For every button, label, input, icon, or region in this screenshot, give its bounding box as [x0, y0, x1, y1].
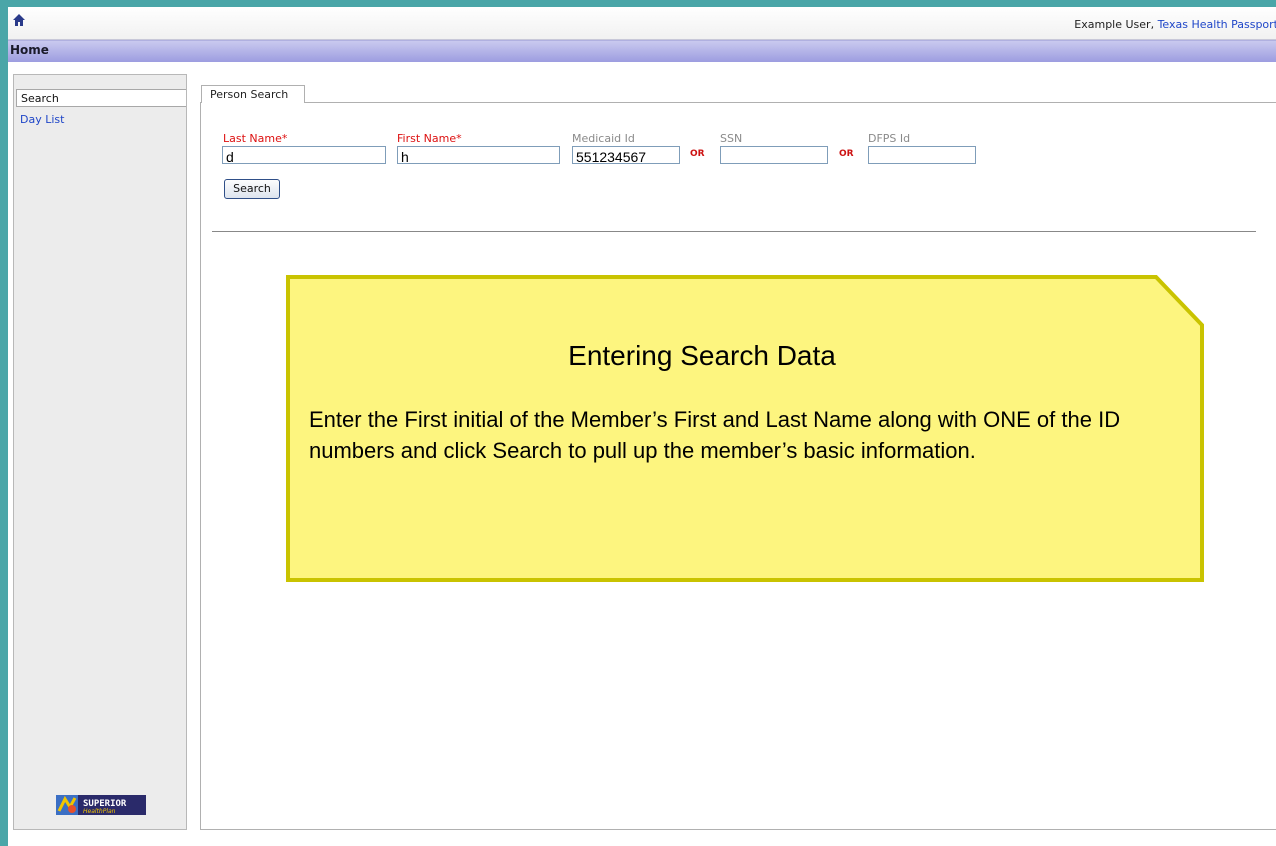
- sidebar: Search Day List SUPERIOR HealthPlan: [13, 74, 187, 830]
- top-bar: Example User, Texas Health Passport: [8, 7, 1276, 40]
- callout-body: Enter the First initial of the Member’s …: [309, 407, 1121, 463]
- user-separator: ,: [1150, 18, 1158, 31]
- or-label-2: OR: [839, 149, 854, 159]
- ssn-label: SSN: [720, 132, 743, 145]
- user-info: Example User, Texas Health Passport: [1074, 18, 1276, 31]
- first-name-label: First Name*: [397, 132, 462, 145]
- last-name-label: Last Name*: [223, 132, 288, 145]
- window-top-stripe: [8, 0, 1276, 7]
- first-name-input[interactable]: h: [397, 146, 560, 164]
- medicaid-id-label: Medicaid Id: [572, 132, 635, 145]
- home-bar: Home: [8, 40, 1276, 62]
- divider: [212, 231, 1256, 232]
- callout-title: Entering Search Data: [568, 340, 836, 371]
- sidebar-item-day-list[interactable]: Day List: [20, 113, 64, 126]
- or-label-1: OR: [690, 149, 705, 159]
- dfps-id-label: DFPS Id: [868, 132, 911, 145]
- ssn-input[interactable]: [720, 146, 828, 164]
- sidebar-item-search[interactable]: Search: [16, 89, 186, 107]
- home-icon[interactable]: [12, 13, 26, 27]
- org-link[interactable]: Texas Health Passport: [1158, 18, 1276, 31]
- dfps-id-input[interactable]: [868, 146, 976, 164]
- medicaid-id-input[interactable]: 551234567: [572, 146, 680, 164]
- search-button[interactable]: Search: [224, 179, 280, 199]
- tab-person-search[interactable]: Person Search: [201, 85, 305, 103]
- page-title: Home: [10, 43, 49, 57]
- superior-logo: SUPERIOR HealthPlan: [56, 795, 146, 815]
- last-name-input[interactable]: d: [222, 146, 386, 164]
- user-name: Example User: [1074, 18, 1151, 31]
- logo-subtext: HealthPlan: [83, 808, 116, 815]
